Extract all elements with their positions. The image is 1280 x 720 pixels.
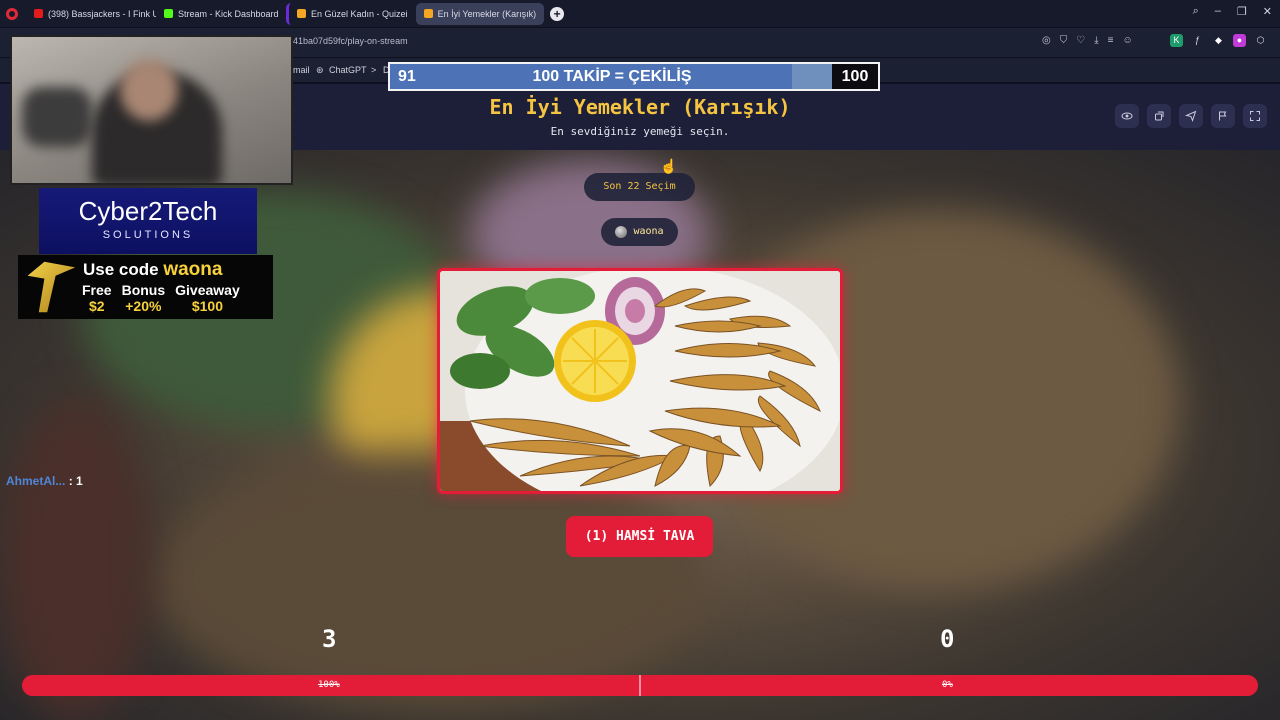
extension-icon[interactable]: ◆ [1212, 34, 1225, 47]
tab-label: (398) Bassjackers - I Fink U [48, 8, 156, 19]
promo-code: waona [163, 259, 223, 280]
promo-free-label: Free [82, 282, 112, 298]
youtube-icon [34, 9, 43, 18]
url-field[interactable]: 41ba07d59fc/play-on-stream [293, 36, 408, 46]
choice-button[interactable]: (1) HAMSİ TAVA [566, 516, 713, 557]
left-score: 3 [322, 625, 337, 653]
vote-progress-bar: 100% 0% [22, 675, 1258, 696]
promo-bonus-label: Bonus [121, 282, 166, 298]
eye-icon [1121, 112, 1133, 120]
goal-label: 100 TAKİP = ÇEKİLİŞ [532, 68, 692, 85]
sponsor-banner: Cyber2Tech SOLUTIONS [39, 188, 257, 254]
choice-image-card[interactable] [437, 268, 843, 494]
chevron-right-icon: > [371, 65, 377, 75]
left-percent: 100% [318, 680, 340, 690]
browser-tab[interactable]: Stream - Kick Dashboard [156, 3, 286, 25]
round-indicator: Son 22 Seçim [584, 173, 695, 201]
preview-button[interactable] [1115, 104, 1139, 128]
sponsor-title: Cyber2Tech [78, 196, 218, 226]
promo-use-label: Use code [83, 260, 159, 279]
streamer-head [120, 59, 178, 121]
address-bar-icons: ◎ ⛉ ♡ ⤓ ≡ ☺ [1042, 35, 1133, 46]
header-actions [1115, 104, 1267, 128]
avatar [615, 226, 628, 238]
camera-icon[interactable]: ◎ [1042, 35, 1051, 46]
promo-banner: Use code waona Free $2 Bonus +20% Giveaway… [18, 255, 273, 319]
window-controls: ⌕ – ❐ ✕ [1193, 5, 1272, 18]
shield-icon[interactable]: ⛉ [1060, 35, 1068, 46]
share-icon [1155, 111, 1164, 121]
send-button[interactable] [1179, 104, 1203, 128]
send-icon [1185, 110, 1197, 122]
user-badge: waona [601, 218, 678, 246]
share-button[interactable] [1147, 104, 1171, 128]
hamsi-tava-image [440, 271, 840, 491]
promo-giveaway-label: Giveaway [175, 282, 240, 298]
tab-label: Stream - Kick Dashboard [178, 8, 279, 19]
user-name: waona [633, 226, 664, 237]
flag-icon [1219, 111, 1227, 121]
bookmark-chatgpt[interactable]: ChatGPT [329, 65, 367, 75]
report-button[interactable] [1211, 104, 1235, 128]
quizei-icon [297, 9, 306, 18]
follower-goal-bar: 91 100 TAKİP = ÇEKİLİŞ 100 [388, 62, 880, 91]
chat-vote-value: : 1 [68, 474, 83, 488]
extension-icon[interactable]: ● [1233, 34, 1246, 47]
extension-icons: K ƒ ◆ ● ⬡ [1170, 34, 1267, 47]
tab-label: En Güzel Kadın - Quizei [311, 8, 408, 19]
browser-tab-active[interactable]: En İyi Yemekler (Karışık) [415, 2, 545, 25]
mouse-cursor-icon: ☝ [660, 158, 678, 174]
webcam-overlay [10, 35, 293, 185]
browser-tab-strip: (398) Bassjackers - I Fink U Stream - Ki… [0, 0, 1280, 27]
sponsor-subtitle: SOLUTIONS [102, 229, 194, 241]
progress-divider [639, 675, 641, 696]
bookmark-mail[interactable]: mail [293, 65, 310, 75]
browser-tab[interactable]: (398) Bassjackers - I Fink U [26, 3, 156, 25]
extension-icon[interactable]: K [1170, 34, 1183, 47]
screen: (398) Bassjackers - I Fink U Stream - Ki… [0, 0, 1280, 720]
fullscreen-button[interactable] [1243, 104, 1267, 128]
profile-icon[interactable]: ☺ [1122, 35, 1132, 46]
chat-username: AhmetAl... [6, 474, 66, 488]
promo-bonus-value: +20% [125, 298, 162, 314]
close-button[interactable]: ✕ [1263, 5, 1272, 18]
chat-vote-line: AhmetAl... : 1 [6, 474, 83, 488]
chatgpt-icon: ⊛ [316, 65, 324, 75]
promo-free-value: $2 [89, 298, 105, 314]
promo-giveaway-value: $100 [191, 298, 224, 314]
tab-label: En İyi Yemekler (Karışık) [437, 8, 537, 19]
menu-icon[interactable]: ≡ [1108, 35, 1114, 46]
goal-max: 100 [832, 64, 878, 89]
microphone-blur [22, 87, 92, 147]
opera-logo-icon[interactable] [6, 7, 18, 20]
new-tab-button[interactable]: + [550, 6, 565, 21]
minimize-button[interactable]: – [1215, 5, 1221, 18]
extension-icon[interactable]: ƒ [1191, 34, 1204, 47]
restore-button[interactable]: ❐ [1237, 5, 1247, 18]
fullscreen-icon [1250, 111, 1260, 121]
puzzle-icon[interactable]: ⬡ [1254, 34, 1267, 47]
browser-tab[interactable]: En Güzel Kadın - Quizei [286, 2, 416, 25]
golden-pickaxe-icon [27, 261, 76, 313]
download-icon[interactable]: ⤓ [1094, 35, 1098, 46]
search-icon[interactable]: ⌕ [1193, 5, 1199, 18]
kick-icon [164, 9, 173, 18]
heart-icon[interactable]: ♡ [1076, 35, 1085, 46]
right-score: 0 [940, 625, 955, 653]
promo-offers: Free $2 Bonus +20% Giveaway $100 [82, 282, 240, 314]
quizei-icon [423, 9, 433, 18]
promo-code-line: Use code waona [83, 259, 222, 281]
right-percent: 0% [942, 680, 953, 690]
